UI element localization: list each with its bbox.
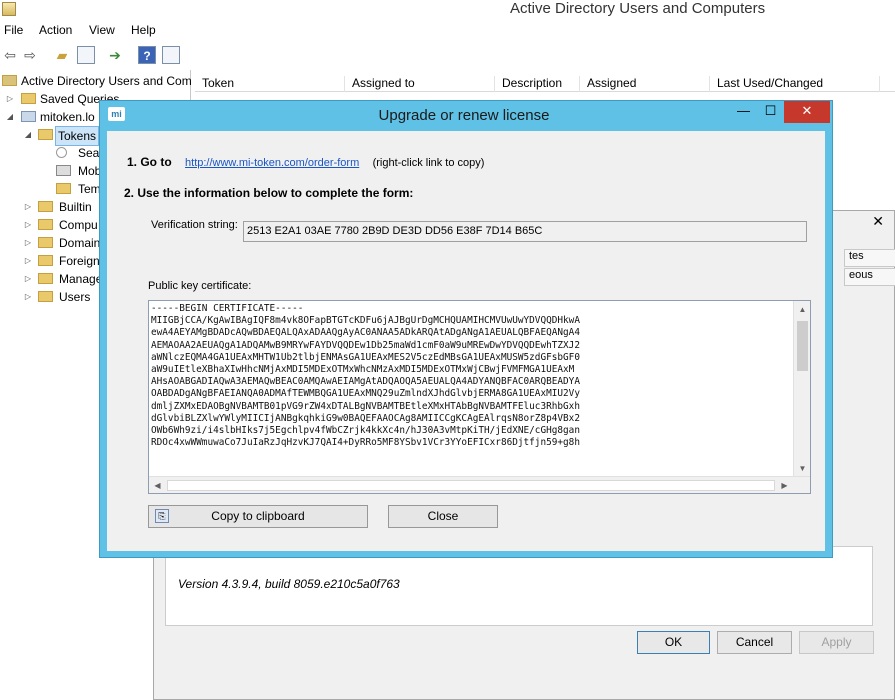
horizontal-scrollbar[interactable]: ◀ ▶	[149, 476, 810, 493]
domain-icon	[21, 111, 36, 122]
column-token[interactable]: Token	[195, 76, 345, 92]
main-title-bar: Active Directory Users and Computers	[0, 0, 895, 19]
expand-arrow-icon[interactable]: ▷	[6, 90, 14, 108]
public-key-label: Public key certificate:	[148, 280, 252, 292]
column-assigned[interactable]: Assigned	[580, 76, 710, 92]
tab-miscellaneous[interactable]: eous	[844, 268, 895, 286]
scroll-up-icon[interactable]: ▲	[794, 301, 811, 318]
expand-arrow-icon[interactable]: ▷	[24, 288, 32, 306]
order-form-link[interactable]: http://www.mi-token.com/order-form	[185, 157, 359, 169]
tree-item-label: Mob	[78, 164, 102, 178]
folder-icon	[38, 237, 53, 248]
copy-button-label: Copy to clipboard	[211, 509, 305, 523]
collapse-arrow-icon[interactable]: ◢	[6, 108, 14, 126]
collapse-arrow-icon[interactable]: ◢	[24, 126, 32, 144]
tree-item-label: Builtin	[59, 200, 92, 214]
menu-action[interactable]: Action	[39, 23, 72, 37]
ad-users-icon	[2, 75, 17, 86]
export-list-icon[interactable]: ➔	[106, 46, 124, 64]
maximize-icon[interactable]: ☐	[757, 101, 784, 123]
folder-up-icon[interactable]: ▰	[53, 46, 71, 64]
apply-button[interactable]: Apply	[799, 631, 874, 654]
ok-button[interactable]: OK	[637, 631, 710, 654]
expand-arrow-icon[interactable]: ▷	[24, 216, 32, 234]
clipboard-icon: ⎘	[155, 509, 169, 523]
step-2-label: 2. Use the information below to complete…	[124, 186, 414, 200]
step-1: 1. Go to http://www.mi-token.com/order-f…	[127, 155, 484, 169]
verification-label: Verification string:	[151, 219, 238, 231]
folder-icon	[21, 93, 36, 104]
mobile-icon	[56, 165, 71, 176]
tab-attributes[interactable]: tes	[844, 249, 895, 267]
tree-item-label: mitoken.lo	[40, 110, 95, 124]
tree-item-label: Domain	[59, 236, 101, 250]
app-icon	[2, 2, 16, 16]
folder-icon	[56, 183, 71, 194]
expand-arrow-icon[interactable]: ▷	[24, 198, 32, 216]
vertical-scrollbar[interactable]: ▲ ▼	[793, 301, 810, 477]
expand-arrow-icon[interactable]: ▷	[24, 234, 32, 252]
forward-arrow-icon[interactable]: ⇨	[21, 46, 39, 64]
toolbar: ⇦ ⇨ ▰ ➔ ?	[0, 42, 895, 68]
folder-icon	[38, 273, 53, 284]
menu-file[interactable]: File	[4, 23, 23, 37]
version-text: Version 4.3.9.4, build 8059.e210c5a0f763	[178, 577, 400, 591]
menu-bar: File Action View Help	[0, 20, 895, 40]
help-icon[interactable]: ?	[138, 46, 156, 64]
column-last-used[interactable]: Last Used/Changed	[710, 76, 880, 92]
main-window-title: Active Directory Users and Computers	[510, 0, 766, 17]
props-tabs: tes eous	[844, 249, 895, 287]
dialog-body: 1. Go to http://www.mi-token.com/order-f…	[107, 131, 825, 551]
license-dialog: mi Upgrade or renew license — ☐ ✕ 1. Go …	[99, 100, 833, 558]
step-1-label: 1. Go to	[127, 155, 172, 169]
scroll-down-icon[interactable]: ▼	[794, 460, 811, 477]
scroll-thumb[interactable]	[797, 321, 808, 371]
properties-view-icon[interactable]	[162, 46, 180, 64]
verification-string-field[interactable]: 2513 E2A1 03AE 7780 2B9D DE3D DD56 E38F …	[243, 221, 807, 242]
certificate-text[interactable]: -----BEGIN CERTIFICATE----- MIIGBjCCA/Kg…	[151, 303, 791, 473]
folder-icon	[38, 129, 53, 140]
expand-arrow-icon[interactable]: ▷	[24, 252, 32, 270]
tree-root-label: Active Directory Users and Com	[21, 74, 192, 88]
menu-help[interactable]: Help	[131, 23, 156, 37]
close-icon[interactable]: ✕	[872, 213, 884, 230]
menu-view[interactable]: View	[89, 23, 115, 37]
folder-icon	[38, 201, 53, 212]
tree-item-label: Manage	[59, 272, 103, 286]
scroll-left-icon[interactable]: ◀	[149, 477, 166, 494]
scroll-thumb[interactable]	[167, 480, 775, 491]
minimize-icon[interactable]: —	[730, 101, 757, 123]
show-hide-tree-icon[interactable]	[77, 46, 95, 64]
certificate-textbox[interactable]: -----BEGIN CERTIFICATE----- MIIGBjCCA/Kg…	[148, 300, 811, 494]
back-arrow-icon[interactable]: ⇦	[1, 46, 19, 64]
scroll-right-icon[interactable]: ▶	[776, 477, 793, 494]
column-description[interactable]: Description	[495, 76, 580, 92]
search-icon	[56, 147, 67, 158]
tree-item-label: Tokens	[55, 126, 100, 146]
tree-item-label: Tem	[78, 182, 101, 196]
dialog-title: Upgrade or renew license	[378, 107, 550, 124]
copy-to-clipboard-button[interactable]: ⎘ Copy to clipboard	[148, 505, 368, 528]
tree-item-label: Foreign	[59, 254, 100, 268]
cancel-button[interactable]: Cancel	[717, 631, 792, 654]
step-1-hint: (right-click link to copy)	[372, 157, 485, 169]
list-header: Token Assigned to Description Assigned L…	[195, 72, 895, 92]
close-icon[interactable]: ✕	[784, 101, 830, 123]
folder-icon	[38, 255, 53, 266]
step-2: 2. Use the information below to complete…	[124, 186, 413, 200]
column-assigned-to[interactable]: Assigned to	[345, 76, 495, 92]
close-button[interactable]: Close	[388, 505, 498, 528]
tree-item-label: Compu	[59, 218, 98, 232]
tree-item-label: Users	[59, 290, 91, 304]
expand-arrow-icon[interactable]: ▷	[24, 270, 32, 288]
folder-icon	[38, 219, 53, 230]
folder-icon	[38, 291, 53, 302]
version-panel: Version 4.3.9.4, build 8059.e210c5a0f763	[165, 546, 873, 626]
